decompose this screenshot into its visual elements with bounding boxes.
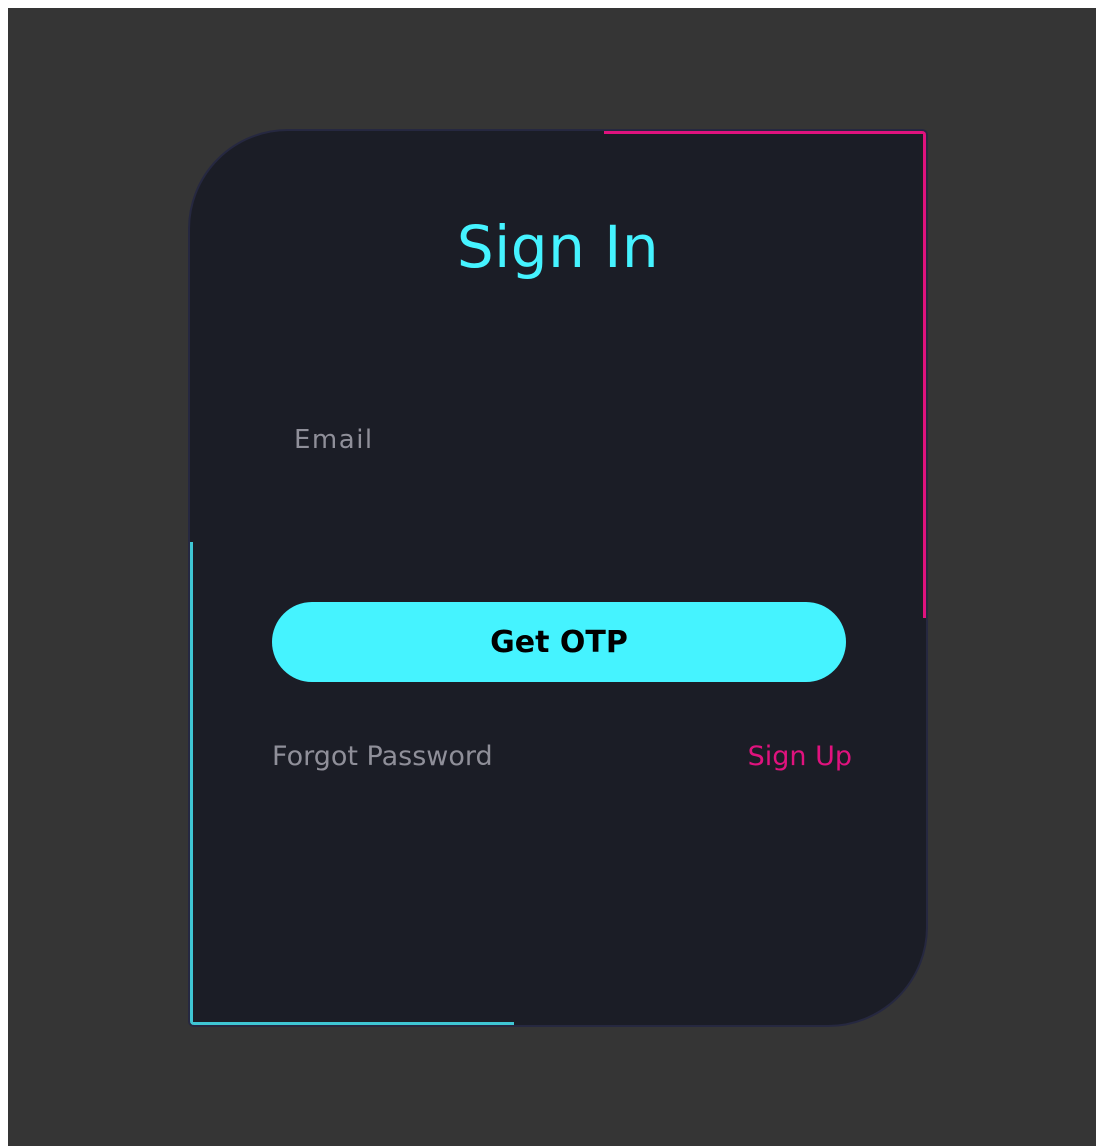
forgot-password-link[interactable]: Forgot Password: [272, 741, 493, 772]
email-field-container: Email: [272, 407, 850, 509]
card-accent-pink-right: [923, 131, 926, 618]
card-accent-cyan-bottom: [190, 1022, 514, 1025]
page-title: Sign In: [456, 213, 660, 281]
get-otp-button[interactable]: Get OTP: [272, 602, 846, 682]
email-field[interactable]: [272, 407, 850, 509]
card-accent-pink-top: [604, 131, 926, 134]
signin-card: Sign In Email Get OTP Forgot Password Si…: [188, 129, 928, 1027]
card-accent-cyan-left: [190, 542, 193, 1025]
sign-up-link[interactable]: Sign Up: [748, 741, 852, 772]
page-background: Sign In Email Get OTP Forgot Password Si…: [8, 8, 1096, 1146]
